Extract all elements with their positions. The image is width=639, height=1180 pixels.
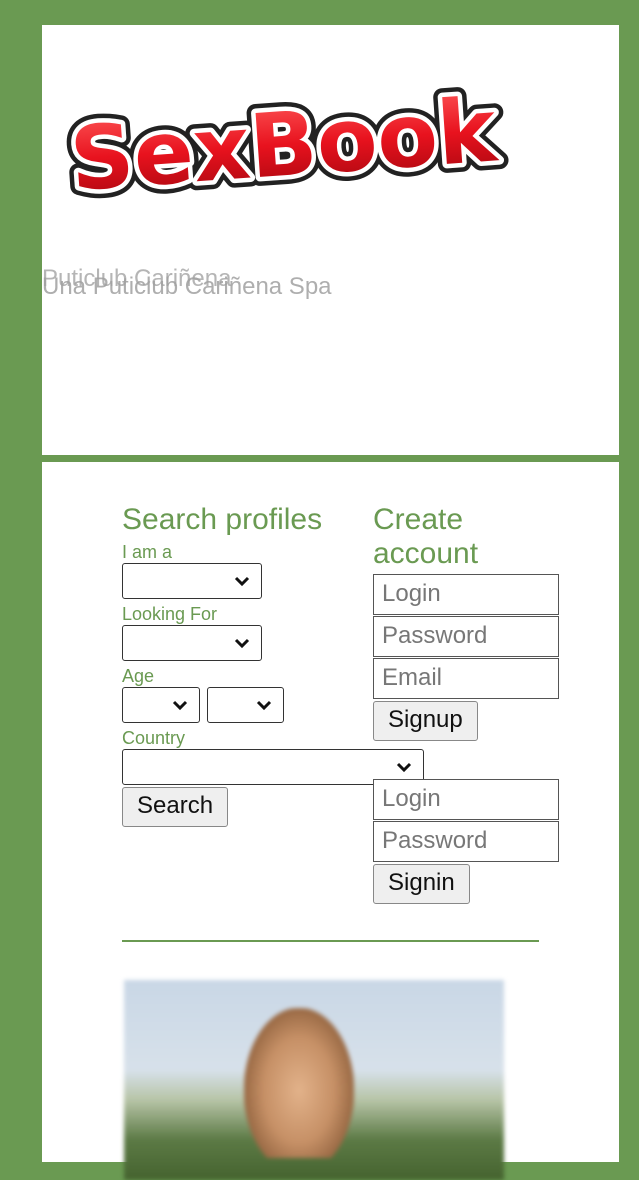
profile-photo-subject [244,1008,354,1158]
iam-label: I am a [122,542,173,562]
profile-photo[interactable] [124,980,504,1180]
sexbook-logo[interactable]: SexBook SexBook SexBook [56,75,516,210]
main-panel: Search profiles I am a Looking For Age C… [42,462,619,1180]
age-min-select[interactable] [122,687,200,723]
chevron-down-icon [234,638,250,649]
logo-text: SexBook [67,78,502,210]
chevron-down-icon [234,576,250,587]
signin-button[interactable]: Signin [373,864,470,904]
age-max-select[interactable] [207,687,284,723]
iam-select[interactable] [122,563,262,599]
looking-for-label: Looking For [122,604,218,624]
chevron-down-icon [172,700,188,711]
tagline-secondary: Una Puticlub Cariñena Spa [42,273,332,300]
country-label: Country [122,728,186,748]
chevron-down-icon [256,700,272,711]
search-profiles-title: Search profiles [122,503,323,536]
section-divider [122,940,539,942]
signup-password-input[interactable]: Password [373,616,559,657]
signin-password-input[interactable]: Password [373,821,559,862]
create-account-title: Create account [373,503,479,570]
signin-login-input[interactable]: Login [373,779,559,820]
looking-for-select[interactable] [122,625,262,661]
age-label: Age [122,666,155,686]
signup-button[interactable]: Signup [373,701,478,741]
chevron-down-icon [396,762,412,773]
search-button[interactable]: Search [122,787,229,827]
header-panel: SexBook SexBook SexBook Puticlub Cariñen… [42,25,619,455]
signup-email-input[interactable]: Email [373,658,559,699]
signup-login-input[interactable]: Login [373,574,559,615]
